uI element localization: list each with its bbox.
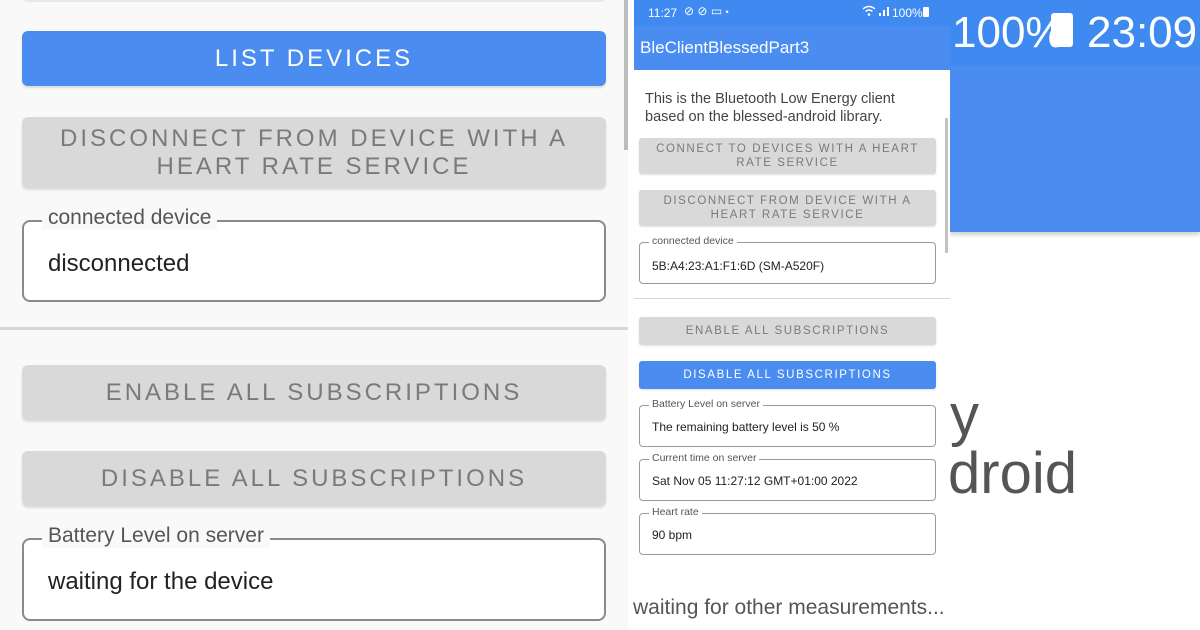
battery-level-field: Battery Level on server The remaining ba… (639, 398, 936, 447)
connected-device-value: 5B:A4:23:A1:F1:6D (SM-A520F) (652, 259, 825, 273)
connected-device-value: disconnected (48, 250, 190, 277)
heart-rate-value: 90 bpm (652, 528, 693, 542)
battery-icon (1051, 13, 1073, 47)
heart-rate-field: Heart rate 90 bpm (639, 506, 936, 555)
battery-level-label: Battery Level on server (42, 524, 270, 548)
connected-device-field: connected device disconnected (22, 206, 606, 302)
connected-device-label: connected device (649, 235, 737, 247)
scrollbar[interactable] (624, 0, 628, 150)
top-field-edge (22, 0, 606, 2)
waiting-message: waiting for other measurements... (633, 596, 945, 619)
connect-label-line1: CONNECT TO DEVICES WITH A HEART (656, 143, 919, 155)
list-devices-label: LIST DEVICES (214, 44, 414, 72)
disconnect-label-line1: DISCONNECT FROM DEVICE WITH A (663, 195, 912, 207)
battery-icon (923, 7, 929, 17)
signal-icon (878, 5, 890, 20)
intro-text: This is the Bluetooth Low Energy client … (645, 91, 895, 125)
zoomed-status-time: 23:09 (1087, 8, 1198, 57)
disconnect-label-line1: DISCONNECT FROM DEVICE WITH A (60, 124, 568, 152)
enable-all-subscriptions-button[interactable]: ENABLE ALL SUBSCRIPTIONS (639, 317, 936, 345)
right-zoom-panel: 100% 23:09 y droid (950, 0, 1200, 630)
wifi-icon (862, 4, 876, 21)
disconnect-label-line2: HEART RATE SERVICE (156, 152, 472, 180)
divider (634, 298, 950, 299)
app-title: BleClientBlessedPart3 (640, 38, 810, 57)
enable-all-subscriptions-button[interactable]: ENABLE ALL SUBSCRIPTIONS (22, 365, 606, 420)
current-time-field: Current time on server Sat Nov 05 11:27:… (639, 452, 936, 501)
zoomed-app-bar (950, 66, 1200, 232)
current-time-label: Current time on server (649, 452, 760, 464)
battery-level-field: Battery Level on server waiting for the … (22, 524, 606, 621)
dot-icon: • (725, 7, 729, 17)
link-icon: ⊘ (684, 4, 695, 18)
disconnect-button[interactable]: DISCONNECT FROM DEVICE WITH A HEART RATE… (22, 117, 606, 188)
zoomed-status-bar: 100% 23:09 (950, 0, 1200, 66)
cast-icon: ▭ (710, 4, 723, 18)
zoomed-intro-fragment-1: y (950, 383, 979, 448)
battery-level-label: Battery Level on server (649, 398, 763, 410)
zoomed-intro-fragment-2: droid (950, 441, 1077, 506)
current-time-value: Sat Nov 05 11:27:12 GMT+01:00 2022 (652, 474, 858, 488)
list-devices-button[interactable]: LIST DEVICES (22, 31, 606, 86)
connect-button[interactable]: CONNECT TO DEVICES WITH A HEART RATE SER… (639, 138, 936, 174)
connected-device-label: connected device (42, 206, 218, 230)
status-bar: 11:27 ⊘ ⊘ ▭ • 100% (634, 0, 950, 26)
link-icon: ⊘ (697, 4, 708, 18)
phone-screenshot: 11:27 ⊘ ⊘ ▭ • 100% BleClientBlessedPart3… (634, 0, 950, 630)
disable-all-label: DISABLE ALL SUBSCRIPTIONS (100, 464, 528, 492)
disconnect-button[interactable]: DISCONNECT FROM DEVICE WITH A HEART RATE… (639, 190, 936, 226)
battery-level-value: The remaining battery level is 50 % (652, 420, 840, 434)
connected-device-field: connected device 5B:A4:23:A1:F1:6D (SM-A… (639, 235, 936, 284)
status-battery-percent: 100% (892, 6, 923, 20)
enable-all-label: ENABLE ALL SUBSCRIPTIONS (685, 325, 890, 337)
divider (0, 327, 628, 330)
battery-level-value: waiting for the device (48, 568, 274, 595)
left-zoom-panel: LIST DEVICES DISCONNECT FROM DEVICE WITH… (0, 0, 628, 630)
disconnect-label-line2: HEART RATE SERVICE (710, 209, 865, 221)
enable-all-label: ENABLE ALL SUBSCRIPTIONS (105, 378, 523, 406)
scrollbar[interactable] (945, 118, 948, 253)
disable-all-subscriptions-button[interactable]: DISABLE ALL SUBSCRIPTIONS (639, 361, 936, 389)
app-bar: BleClientBlessedPart3 (634, 26, 950, 70)
zoomed-battery-percent: 100% (952, 8, 1065, 57)
status-time: 11:27 (648, 6, 678, 20)
disable-all-subscriptions-button[interactable]: DISABLE ALL SUBSCRIPTIONS (22, 451, 606, 506)
connect-label-line2: RATE SERVICE (736, 157, 839, 169)
disable-all-label: DISABLE ALL SUBSCRIPTIONS (683, 369, 892, 381)
status-notification-icons: ⊘ ⊘ ▭ • (684, 4, 729, 18)
heart-rate-label: Heart rate (649, 506, 702, 518)
